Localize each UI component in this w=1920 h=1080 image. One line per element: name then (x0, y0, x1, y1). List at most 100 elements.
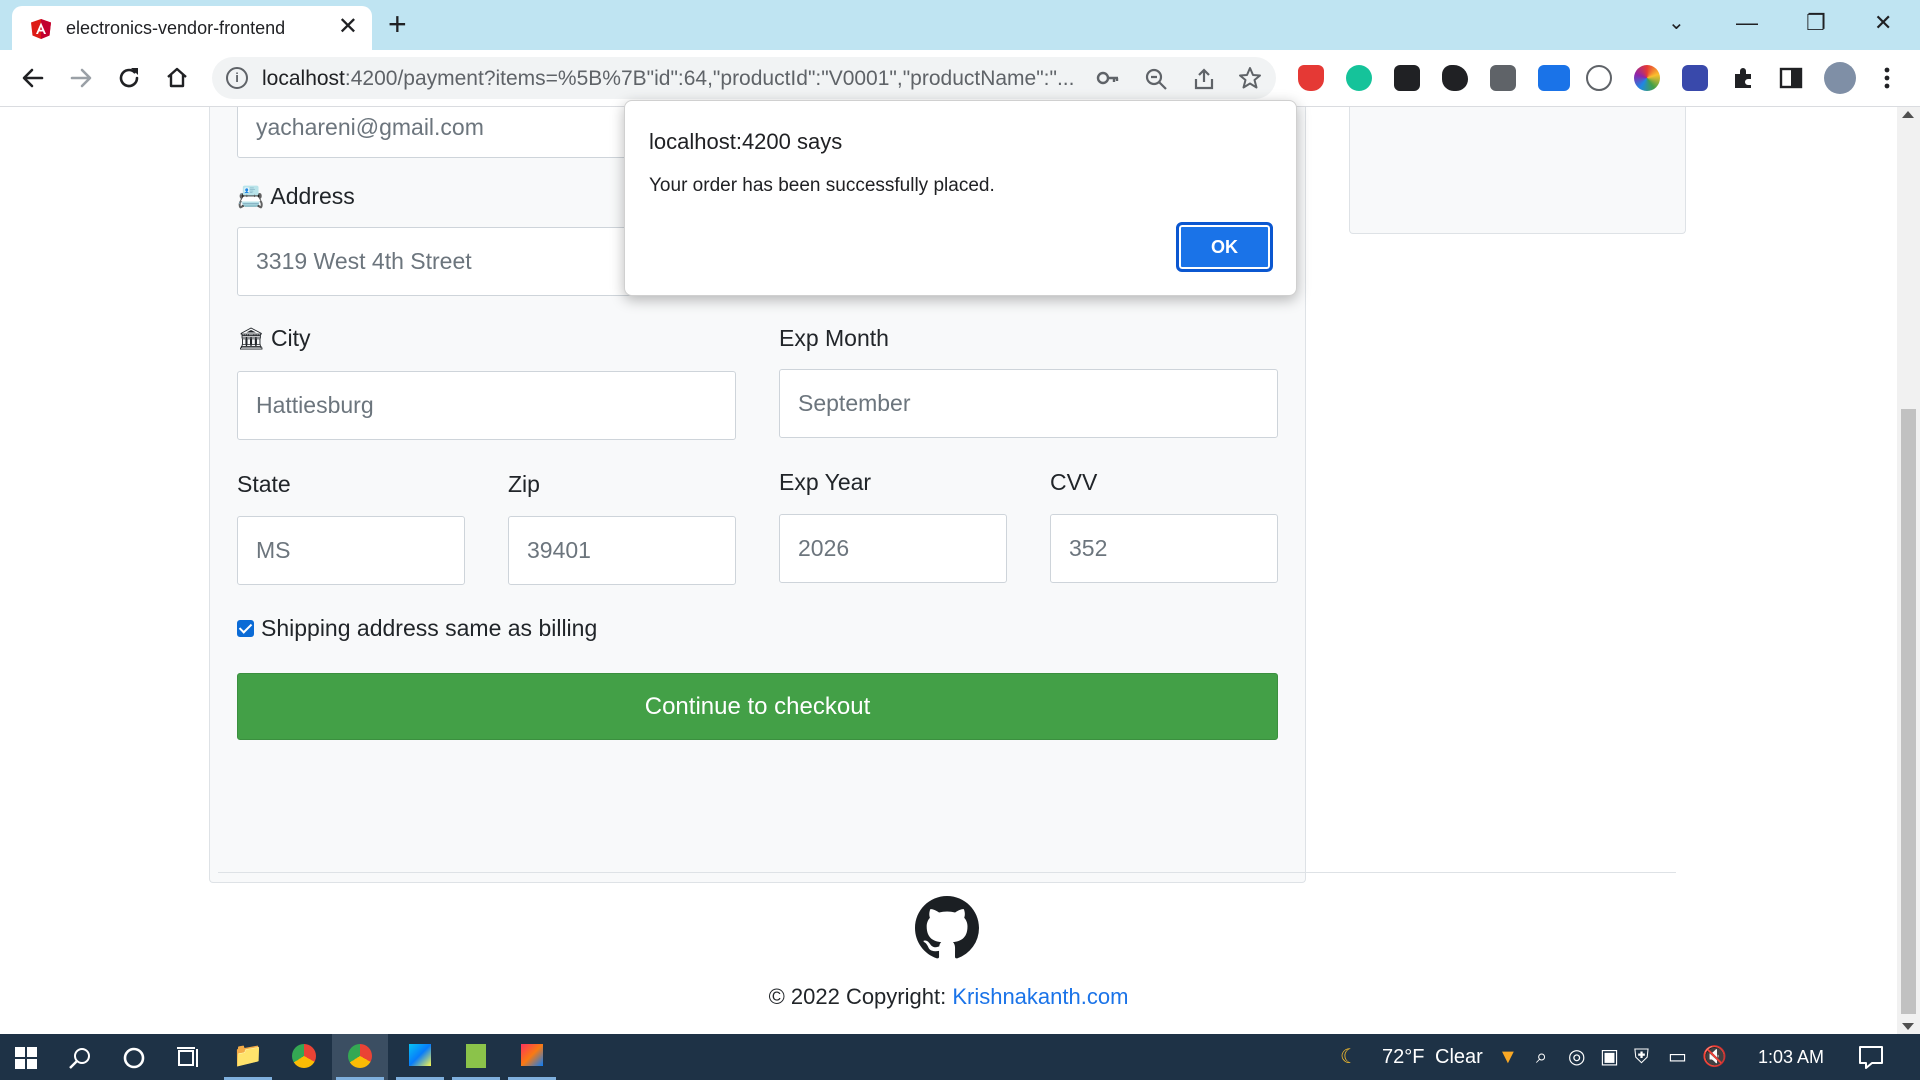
windows-taskbar: 📁 ☾ 72°F Clear ▼ ⌕ ◎ ▣ ⛨ ▭ 🔇 1:03 AM (0, 1034, 1920, 1080)
chrome-icon (276, 1042, 332, 1073)
copyright-link[interactable]: Krishnakanth.com (952, 984, 1128, 1009)
exp-year-label: Exp Year (779, 469, 872, 495)
address-bar[interactable]: i localhost:4200/payment?items=%5B%7B"id… (212, 57, 1276, 99)
tab-search-icon[interactable]: ⌄ (1668, 8, 1685, 38)
square-extension-icon[interactable] (1490, 65, 1516, 91)
city-label-text: City (270, 325, 311, 351)
cvv-input[interactable]: 352 (1050, 514, 1278, 583)
search-icon[interactable] (68, 1046, 92, 1070)
dialog-ok-button[interactable]: OK (1176, 222, 1273, 272)
dark-extension-icon[interactable] (1394, 65, 1420, 91)
tab-close-icon[interactable]: ✕ (338, 14, 358, 40)
browser-tab-strip: electronics-vendor-frontend ✕ + ⌄ — ❐ ✕ (0, 0, 1920, 50)
footer-divider (218, 872, 1676, 873)
state-label: State (237, 471, 291, 497)
reload-icon[interactable] (116, 64, 142, 92)
alert-dialog: localhost:4200 says Your order has been … (624, 100, 1297, 296)
taskbar-webstorm[interactable] (392, 1034, 448, 1080)
zoom-icon[interactable] (1144, 67, 1168, 91)
wifi-icon[interactable]: ⌕ (1536, 1045, 1547, 1069)
taskbar-intellij[interactable] (504, 1034, 560, 1080)
zip-input[interactable]: 39401 (508, 516, 736, 585)
taskbar-file-explorer[interactable]: 📁 (220, 1034, 276, 1080)
extensions-puzzle-icon[interactable] (1730, 65, 1756, 91)
grammarly-extension-icon[interactable] (1346, 65, 1372, 91)
zip-label: Zip (508, 471, 540, 497)
continue-to-checkout-button[interactable]: Continue to checkout (237, 673, 1278, 740)
site-info-icon[interactable]: i (226, 67, 248, 89)
dialog-message: Your order has been successfully placed. (649, 175, 995, 196)
globe-icon[interactable]: ◎ (1568, 1045, 1585, 1069)
tab-title: electronics-vendor-frontend (66, 18, 286, 38)
back-arrow-icon[interactable] (20, 64, 46, 92)
github-icon[interactable] (915, 896, 979, 960)
taskbar-chrome[interactable] (276, 1034, 332, 1080)
url-path: :4200/payment?items=%5B%7B"id":64,"produ… (344, 67, 1075, 90)
copyright-prefix: © 2022 Copyright: (768, 984, 953, 1009)
scroll-up-arrow-icon[interactable] (1902, 111, 1914, 118)
copyright-text: © 2022 Copyright: Krishnakanth.com (0, 984, 1897, 1010)
bird-extension-icon[interactable] (1442, 65, 1468, 91)
taskbar-notepad[interactable] (448, 1034, 504, 1080)
vlc-icon[interactable]: ▼ (1498, 1045, 1518, 1069)
notification-center-icon[interactable] (1858, 1045, 1884, 1069)
share-icon[interactable] (1192, 67, 1216, 91)
volume-muted-icon[interactable]: 🔇 (1702, 1045, 1727, 1069)
url-text[interactable]: localhost:4200/payment?items=%5B%7B"id":… (262, 67, 1092, 91)
more-menu-icon[interactable] (1874, 65, 1900, 91)
cart-summary-card (1349, 107, 1686, 234)
colorwheel-extension-icon[interactable] (1634, 65, 1660, 91)
p-extension-icon[interactable] (1682, 65, 1708, 91)
chrome-profile-icon (332, 1042, 388, 1073)
scroll-thumb[interactable] (1901, 409, 1916, 1014)
webstorm-icon (392, 1042, 448, 1071)
exp-year-input[interactable]: 2026 (779, 514, 1007, 583)
bookmark-star-icon[interactable] (1238, 66, 1262, 90)
exp-month-label: Exp Month (779, 325, 889, 351)
adblock-extension-icon[interactable] (1298, 65, 1324, 91)
home-icon[interactable] (164, 64, 190, 92)
cortana-icon[interactable] (122, 1046, 146, 1070)
exp-month-input[interactable]: September (779, 369, 1278, 438)
taskbar-chrome-active[interactable] (332, 1034, 388, 1080)
key-icon[interactable] (1096, 67, 1120, 89)
weather-temp[interactable]: 72°F (1382, 1046, 1424, 1069)
new-tab-button[interactable]: + (388, 8, 407, 40)
state-input[interactable]: MS (237, 516, 465, 585)
defender-icon[interactable]: ▣ (1600, 1045, 1619, 1069)
address-label-text: Address (270, 183, 355, 209)
address-card-icon: 📇 (237, 184, 265, 209)
restore-button[interactable]: ❐ (1806, 8, 1826, 38)
cvv-label: CVV (1050, 469, 1098, 495)
side-panel-icon[interactable] (1778, 65, 1804, 91)
window-close-button[interactable]: ✕ (1874, 8, 1892, 38)
minimize-button[interactable]: — (1736, 8, 1758, 38)
angular-logo-icon (31, 19, 51, 39)
url-host: localhost (262, 67, 345, 90)
battery-icon[interactable]: ▭ (1668, 1045, 1687, 1069)
windows-start-icon[interactable] (14, 1046, 38, 1070)
moon-weather-icon[interactable]: ☾ (1340, 1045, 1358, 1069)
profile-avatar[interactable] (1824, 62, 1856, 94)
scroll-down-arrow-icon[interactable] (1902, 1023, 1914, 1030)
notepad-icon (448, 1042, 504, 1073)
clock-time[interactable]: 1:03 AM (1758, 1047, 1824, 1068)
browser-tab-active[interactable]: electronics-vendor-frontend ✕ (12, 6, 372, 50)
circle-extension-icon[interactable] (1586, 65, 1612, 91)
new-badge-extension-icon[interactable] (1538, 65, 1570, 91)
weather-condition[interactable]: Clear (1435, 1046, 1483, 1069)
folder-icon: 📁 (233, 1042, 263, 1069)
shield-icon[interactable]: ⛨ (1634, 1045, 1649, 1069)
shipping-same-label[interactable]: Shipping address same as billing (261, 615, 597, 642)
city-label: 🏛 City (237, 325, 311, 352)
browser-toolbar: i localhost:4200/payment?items=%5B%7B"id… (0, 50, 1920, 107)
forward-arrow-icon[interactable] (68, 64, 94, 92)
page-scrollbar[interactable] (1897, 107, 1920, 1034)
intellij-icon (504, 1042, 560, 1071)
address-label: 📇 Address (237, 183, 355, 210)
city-input[interactable]: Hattiesburg (237, 371, 736, 440)
bank-building-icon: 🏛 (237, 326, 265, 351)
dialog-title: localhost:4200 says (649, 129, 843, 154)
shipping-same-checkbox[interactable] (237, 620, 254, 637)
task-view-icon[interactable] (176, 1046, 202, 1070)
